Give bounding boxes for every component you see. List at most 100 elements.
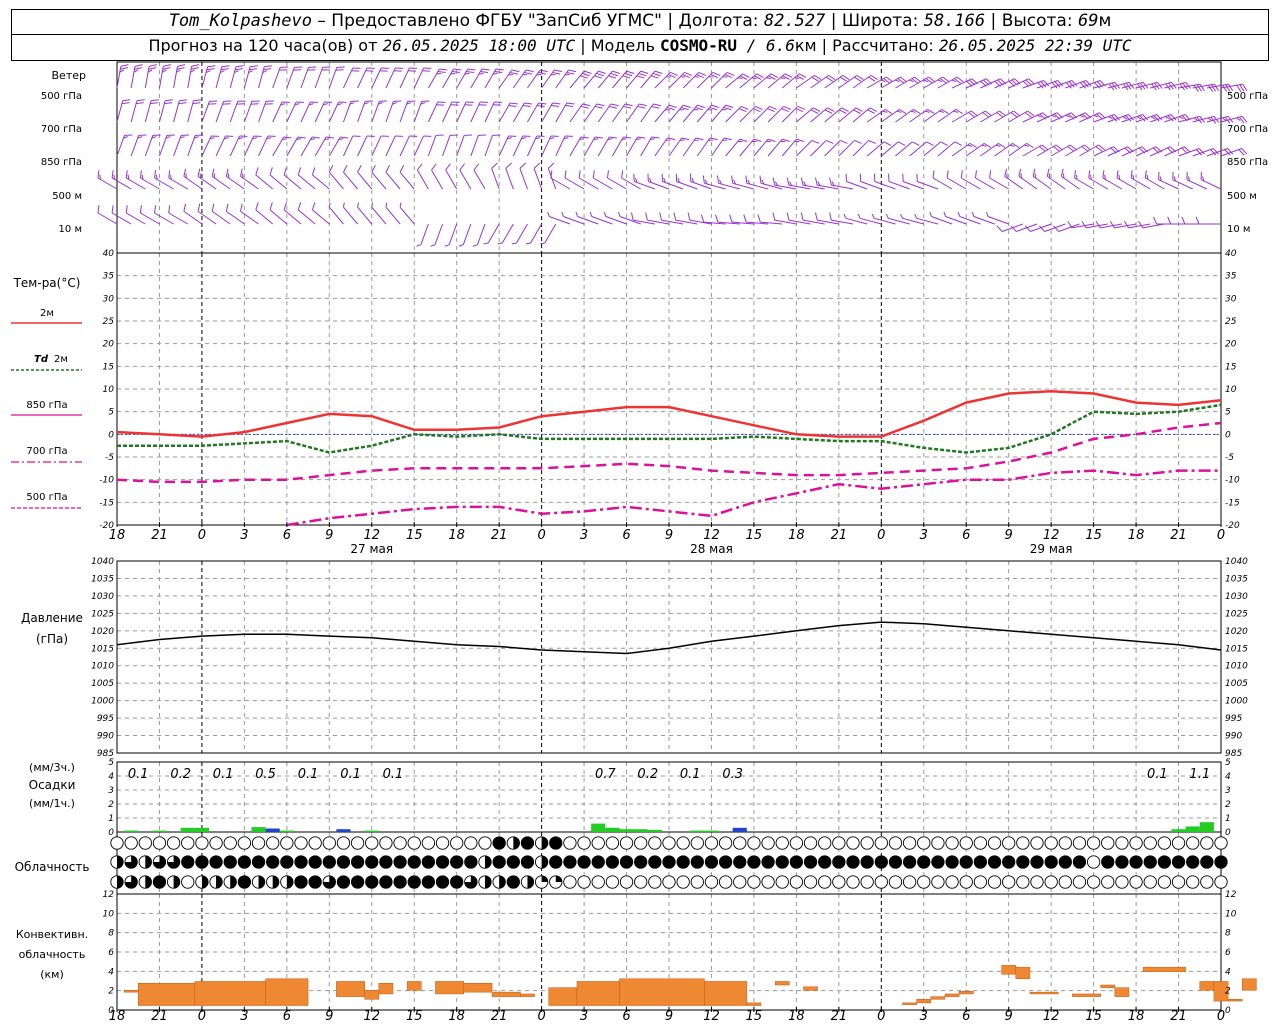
barb-flag [639, 103, 647, 107]
cloud-symbol [181, 855, 195, 869]
barb-shaft [530, 223, 543, 244]
wind-level-label-right: 500 гПа [1227, 91, 1268, 102]
barb-flag [125, 170, 128, 179]
wind-barb [187, 134, 204, 157]
cloud-symbol [789, 875, 804, 889]
barb-shaft [753, 73, 772, 89]
barb-flag [766, 77, 771, 80]
hour-label: 12 [1043, 1009, 1060, 1024]
barb-shaft [654, 137, 668, 157]
cloud-symbol [690, 836, 704, 850]
cloud-symbol [393, 855, 407, 869]
cloud-fill-full [804, 855, 817, 869]
cloud-symbol [959, 855, 973, 869]
hour-label: 18 [448, 1009, 465, 1024]
wind-barb [923, 141, 948, 157]
wind-barb [399, 202, 415, 225]
wind-barb [472, 223, 486, 247]
precip-total: 0.1 [383, 767, 404, 782]
cloud-symbol [1016, 836, 1030, 850]
wind-barb [240, 203, 259, 225]
cloud-symbol [874, 836, 888, 850]
cloud-circle [223, 836, 237, 850]
cloud-circle [435, 836, 450, 850]
barb-shaft [229, 135, 240, 157]
barb-flag [824, 109, 833, 114]
barb-flag [811, 139, 820, 144]
wind-barb [814, 177, 839, 190]
barb-flag [637, 105, 646, 109]
cloud-symbol [124, 836, 138, 850]
y-tick-label: 1040 [91, 557, 114, 567]
barb-shaft [796, 140, 813, 157]
legend-td-symbol: Td [34, 354, 49, 365]
convective-bar [520, 993, 535, 997]
barb-shaft [286, 101, 297, 123]
cloud-fill-full [450, 855, 463, 869]
y-tick-label-right: 6 [1225, 948, 1231, 958]
cloud-fill-half [117, 875, 124, 889]
cloud-circle [181, 875, 195, 889]
cloud-symbol [959, 875, 973, 889]
hour-label: 12 [703, 1009, 720, 1024]
cloud-circle [1016, 875, 1030, 889]
barb-flag [814, 177, 818, 186]
barb-flag [880, 79, 886, 83]
barb-flag [538, 71, 547, 75]
wind-barb [555, 135, 573, 157]
cloud-symbol [450, 836, 464, 850]
barb-flag [742, 73, 750, 78]
wind-barb [597, 70, 620, 89]
wind-barb [796, 139, 820, 157]
y-tick-label-right: 0 [1225, 828, 1231, 838]
cloud-circle [803, 875, 818, 889]
barb-shaft [512, 102, 525, 123]
wind-barb [240, 168, 259, 190]
cloud-symbol [648, 875, 662, 889]
barb-shaft [211, 210, 231, 225]
barb-flag [786, 212, 790, 221]
barb-shaft [215, 66, 223, 89]
cloud-symbol [888, 855, 903, 869]
barb-flag [594, 75, 602, 79]
cloud-symbol [166, 836, 181, 850]
convective-bar [803, 986, 818, 991]
wind-barb [297, 167, 316, 190]
barb-flag [929, 211, 932, 217]
hour-label: 12 [363, 528, 380, 543]
cloud-circle [747, 836, 761, 850]
barb-flag [626, 70, 635, 74]
wind-barb [759, 175, 783, 190]
hour-label: 3 [580, 1009, 588, 1024]
precip-bar [180, 827, 195, 832]
barb-flag [780, 77, 786, 80]
day-label: 27 мая [350, 542, 393, 556]
barb-flag [264, 65, 273, 68]
wind-barb [311, 167, 330, 190]
barb-flag [1195, 216, 1200, 225]
hour-label: 15 [746, 528, 763, 543]
barb-flag [149, 64, 157, 67]
barb-flag [882, 110, 888, 113]
cloud-symbol [662, 875, 676, 889]
wind-barb [852, 107, 878, 123]
barb-shaft [416, 169, 429, 190]
convective-bar [1114, 987, 1130, 997]
cloud-symbol [1002, 855, 1016, 869]
wind-level-label: 10 м [59, 224, 82, 235]
wind-barb [753, 105, 777, 123]
hour-label: 0 [198, 528, 206, 543]
barb-flag [755, 105, 763, 110]
wind-barb [838, 74, 864, 89]
cloud-symbol [534, 855, 549, 869]
wind-barb [385, 100, 402, 123]
barb-flag [867, 109, 875, 114]
precip-bar [279, 830, 294, 832]
cloud-fill-half [145, 875, 152, 889]
wind-barb [371, 135, 389, 157]
barb-flag [190, 67, 199, 70]
barb-shaft [456, 68, 469, 89]
barb-shaft [286, 136, 299, 157]
wind-barb [980, 110, 1006, 123]
cloud-circle [987, 836, 1002, 850]
